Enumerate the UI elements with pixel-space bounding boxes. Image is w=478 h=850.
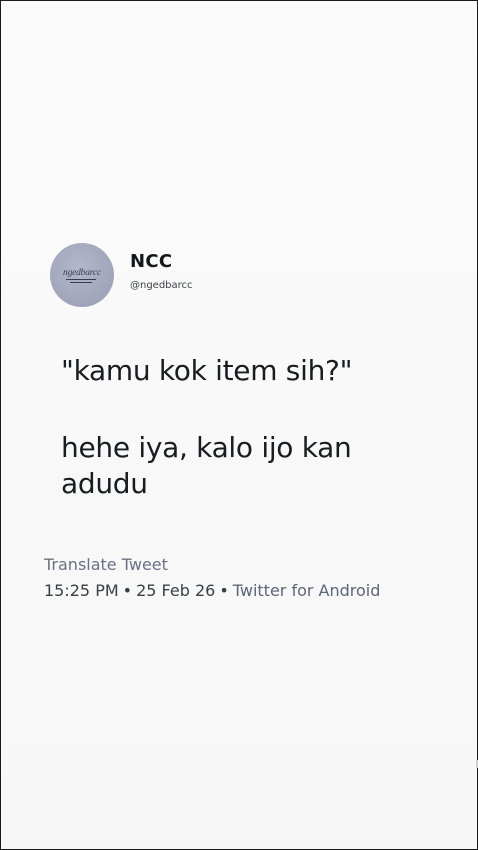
tweet-text-line-2: hehe iya, kalo ijo kan adudu [61, 431, 352, 500]
tweet-metadata: 15:25 PM • 25 Feb 26 • Twitter for Android [44, 581, 380, 600]
tweet-date: 25 Feb 26 [136, 581, 216, 600]
avatar-logo-text: ngedbarcc [63, 268, 101, 278]
user-handle[interactable]: @ngedbarcc [130, 280, 193, 291]
avatar-logo-line [70, 282, 92, 283]
tweet-text-line-1: "kamu kok item sih?" [61, 354, 353, 387]
meta-separator: • [219, 581, 229, 600]
tweet-client-link[interactable]: Twitter for Android [233, 581, 381, 600]
tweet-card: ngedbarcc NCC @ngedbarcc "kamu kok item … [0, 0, 478, 850]
display-name[interactable]: NCC [130, 251, 172, 272]
avatar-logo-line [66, 279, 96, 280]
meta-separator: • [122, 581, 133, 600]
translate-tweet-link[interactable]: Translate Tweet [44, 555, 168, 574]
tweet-time: 15:25 PM [44, 581, 119, 600]
avatar[interactable]: ngedbarcc [50, 243, 114, 307]
